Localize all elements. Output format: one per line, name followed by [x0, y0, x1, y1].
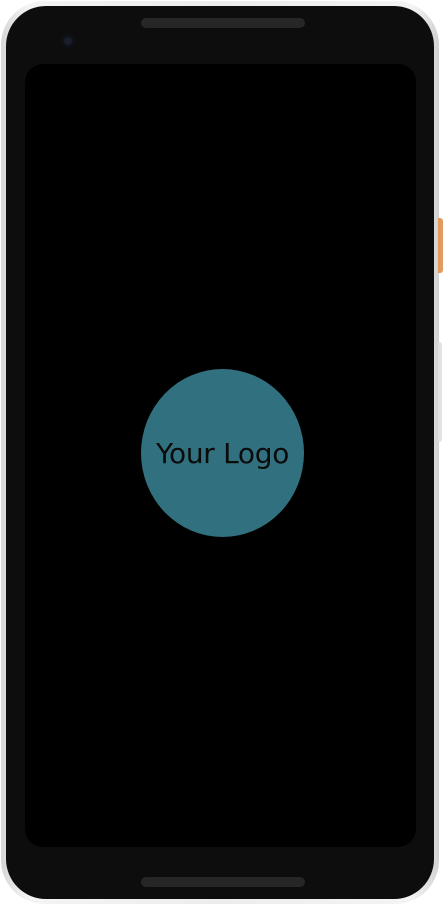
app-logo: Your Logo	[141, 369, 304, 537]
bottom-speaker	[141, 877, 305, 887]
volume-button	[438, 342, 442, 442]
splash-screen: Your Logo	[25, 64, 416, 847]
earpiece-speaker	[141, 18, 305, 28]
front-camera-icon	[61, 34, 75, 48]
power-button	[438, 218, 443, 273]
logo-text: Your Logo	[155, 436, 290, 470]
